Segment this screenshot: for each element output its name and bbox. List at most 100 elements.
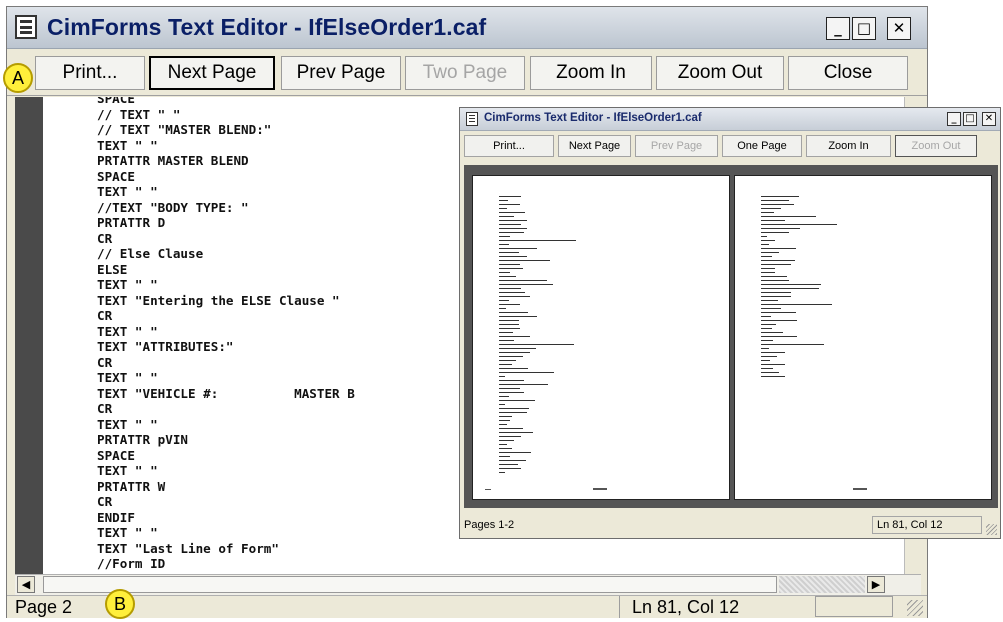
preview-text-line	[499, 248, 537, 249]
preview-text-line	[761, 356, 777, 357]
preview-text-line	[499, 204, 520, 205]
next-page-button[interactable]: Next Page	[149, 56, 275, 90]
preview-text-line	[499, 268, 523, 269]
preview-text-line	[499, 468, 521, 469]
preview-text-line	[761, 196, 799, 197]
preview-prev-page-button[interactable]: Prev Page	[635, 135, 718, 157]
preview-text-line	[499, 344, 574, 345]
code-line: TEXT " "	[97, 137, 158, 153]
scroll-right-arrow-icon[interactable]: ▶	[867, 576, 885, 593]
preview-minimize-button[interactable]: _	[947, 112, 961, 126]
close-button[interactable]: Close	[788, 56, 908, 90]
preview-text-line	[499, 304, 520, 305]
preview-text-line	[499, 312, 528, 313]
preview-close-button[interactable]: ✕	[982, 112, 996, 126]
one-page-button[interactable]: One Page	[722, 135, 802, 157]
cursor-position: Ln 81, Col 12	[619, 596, 809, 618]
preview-cursor-position: Ln 81, Col 12	[872, 516, 982, 534]
two-page-button[interactable]: Two Page	[405, 56, 525, 90]
preview-text-line	[761, 360, 770, 361]
preview-text-line	[761, 368, 773, 369]
preview-text-line	[499, 220, 527, 221]
scroll-left-arrow-icon[interactable]: ◀	[17, 576, 35, 593]
preview-zoom-in-button[interactable]: Zoom In	[806, 135, 891, 157]
code-line: TEXT " "	[97, 416, 158, 432]
preview-text-line	[499, 420, 510, 421]
page-indicator: Page 2	[15, 597, 73, 617]
preview-text-line	[499, 216, 514, 217]
preview-text-line	[499, 252, 519, 253]
preview-text-line	[761, 304, 832, 305]
minimize-button[interactable]: _	[826, 17, 850, 40]
preview-print-button[interactable]: Print...	[464, 135, 554, 157]
preview-text-line	[499, 360, 516, 361]
preview-text-line	[499, 200, 508, 201]
preview-text-line	[499, 224, 521, 225]
title-bar[interactable]: CimForms Text Editor - IfElseOrder1.caf …	[7, 7, 927, 49]
preview-text-line	[499, 308, 506, 309]
code-line: SPACE	[97, 168, 135, 184]
preview-text-line	[499, 348, 536, 349]
preview-next-page-button[interactable]: Next Page	[558, 135, 631, 157]
pages-indicator: Pages 1-2	[464, 519, 515, 531]
preview-text-line	[761, 340, 773, 341]
preview-text-line	[499, 428, 523, 429]
preview-text-line	[761, 264, 791, 265]
preview-text-line	[499, 356, 523, 357]
preview-text-line	[761, 200, 789, 201]
preview-maximize-button[interactable]: □	[963, 112, 977, 126]
zoom-in-button[interactable]: Zoom In	[530, 56, 652, 90]
resize-grip-icon[interactable]	[907, 600, 923, 616]
preview-text-line	[761, 352, 785, 353]
preview-text-line	[499, 212, 525, 213]
preview-text-line	[761, 344, 824, 345]
preview-text-line	[499, 232, 524, 233]
preview-text-line	[499, 272, 510, 273]
preview-text-line	[499, 320, 519, 321]
horizontal-scrollbar[interactable]: ◀ ▶	[15, 574, 921, 595]
preview-text-line	[499, 340, 514, 341]
preview-text-line	[761, 316, 771, 317]
preview-text-line	[761, 332, 783, 333]
preview-text-line	[499, 240, 576, 241]
zoom-out-button[interactable]: Zoom Out	[656, 56, 784, 90]
preview-text-line	[499, 452, 531, 453]
scroll-thumb[interactable]	[43, 576, 777, 593]
code-line: ELSE	[97, 261, 128, 277]
code-line: // TEXT " "	[97, 106, 181, 122]
preview-text-line	[761, 212, 774, 213]
page-gutter	[15, 97, 43, 574]
preview-text-line	[499, 332, 513, 333]
preview-text-line	[499, 376, 505, 377]
callout-b: B	[105, 589, 135, 619]
preview-text-line	[761, 248, 796, 249]
code-line: TEXT " "	[97, 525, 158, 540]
preview-text-line	[761, 260, 795, 261]
form-code-text: SPACE// TEXT " "// TEXT "MASTER BLEND:" T…	[97, 97, 355, 572]
two-page-preview-window: CimForms Text Editor - IfElseOrder1.caf …	[459, 107, 1001, 539]
preview-text-line	[499, 372, 554, 373]
preview-text-line	[761, 372, 779, 373]
code-line: TEXT "VEHICLE #: MASTER B	[97, 385, 355, 401]
preview-zoom-out-button[interactable]: Zoom Out	[895, 135, 977, 157]
preview-text-line	[761, 328, 772, 329]
print-button[interactable]: Print...	[35, 56, 145, 90]
preview-text-line	[499, 456, 510, 457]
preview-pages-area[interactable]	[464, 165, 998, 508]
preview-text-line	[761, 240, 775, 241]
preview-text-line	[499, 448, 512, 449]
prev-page-button[interactable]: Prev Page	[281, 56, 401, 90]
code-line: TEXT " "	[97, 463, 158, 478]
document-icon	[15, 15, 37, 39]
preview-title-bar[interactable]: CimForms Text Editor - IfElseOrder1.caf …	[460, 108, 1000, 131]
page-number	[593, 488, 607, 490]
preview-text-line	[761, 236, 767, 237]
preview-text-line	[499, 384, 548, 385]
resize-grip-icon[interactable]	[986, 524, 997, 535]
close-window-button[interactable]: ✕	[887, 17, 911, 40]
maximize-button[interactable]: □	[852, 17, 876, 40]
scroll-track[interactable]	[779, 576, 865, 593]
code-line: TEXT " "	[97, 370, 158, 385]
preview-page-1	[472, 175, 730, 500]
window-title: CimForms Text Editor - IfElseOrder1.caf	[47, 14, 487, 40]
